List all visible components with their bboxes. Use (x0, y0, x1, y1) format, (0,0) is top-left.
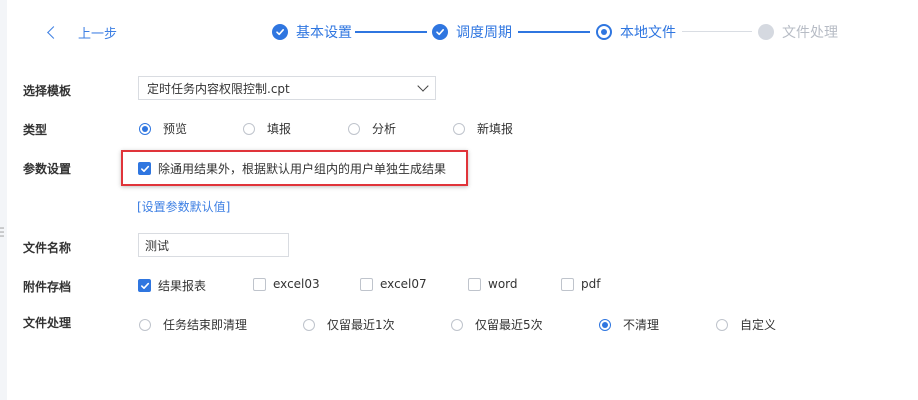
check-circle-icon (432, 24, 448, 40)
radio-icon (139, 318, 151, 331)
set-default-params-link[interactable]: [设置参数默认值] (137, 198, 230, 215)
checkbox-icon (468, 277, 481, 291)
file-processing-label: 文件处理 (23, 316, 72, 330)
template-select[interactable]: 定时任务内容权限控制.cpt (138, 76, 436, 100)
radio-icon (453, 122, 465, 135)
step-label: 基本设置 (296, 25, 352, 41)
type-label: 类型 (23, 123, 48, 137)
attachment-pdf-checkbox[interactable]: pdf (561, 277, 600, 291)
step-local-file: 本地文件 (596, 22, 676, 42)
step-file-processing: 文件处理 (758, 22, 838, 42)
step-schedule-period: 调度周期 (432, 22, 512, 42)
attachment-excel07-checkbox[interactable]: excel07 (360, 277, 427, 291)
radio-icon (348, 122, 360, 135)
step-basic-settings: 基本设置 (272, 22, 352, 42)
checkbox-label: 结果报表 (158, 279, 207, 293)
option-label: 任务结束即清理 (163, 318, 248, 332)
radio-selected-icon (599, 318, 611, 331)
checkbox-icon (561, 277, 574, 291)
option-label: 自定义 (740, 318, 777, 332)
checkbox-checked-icon (138, 162, 151, 175)
checkbox-label: 除通用结果外，根据默认用户组内的用户单独生成结果 (158, 162, 447, 176)
keep-last-1-radio[interactable]: 仅留最近1次 (303, 316, 395, 333)
step-connector (355, 31, 427, 33)
checkbox-checked-icon (138, 279, 151, 292)
checkbox-label: excel03 (273, 277, 320, 291)
template-label: 选择模板 (23, 84, 72, 98)
option-label: 分析 (372, 122, 397, 136)
type-option-analysis[interactable]: 分析 (348, 120, 396, 137)
checkbox-label: pdf (581, 277, 601, 291)
template-value: 定时任务内容权限控制.cpt (147, 81, 290, 96)
radio-icon (303, 318, 315, 331)
cleanup-on-finish-radio[interactable]: 任务结束即清理 (139, 316, 247, 333)
option-label: 仅留最近1次 (327, 318, 395, 332)
type-option-preview[interactable]: 预览 (139, 120, 187, 137)
option-label: 预览 (163, 122, 188, 136)
chevron-left-icon (47, 25, 60, 39)
check-circle-icon (272, 24, 288, 40)
params-label: 参数设置 (23, 162, 72, 176)
checkbox-icon (360, 277, 373, 291)
option-label: 填报 (267, 122, 292, 136)
attachment-word-checkbox[interactable]: word (468, 277, 518, 291)
radio-icon (243, 122, 255, 135)
step-connector (518, 31, 590, 33)
checkbox-icon (253, 277, 266, 291)
attachment-excel03-checkbox[interactable]: excel03 (253, 277, 320, 291)
type-option-new-fill[interactable]: 新填报 (453, 120, 513, 137)
resize-grip-icon[interactable] (0, 226, 4, 238)
step-label: 调度周期 (456, 25, 512, 41)
option-label: 新填报 (477, 122, 514, 136)
radio-selected-icon (139, 122, 151, 135)
attachments-label: 附件存档 (23, 280, 72, 294)
task-wizard-panel: 上一步 基本设置 调度周期 本地文件 文件处理 选择模板 定时任务内容权限控制.… (7, 0, 918, 400)
no-cleanup-radio[interactable]: 不清理 (599, 316, 659, 333)
option-label: 不清理 (623, 318, 660, 332)
pending-step-icon (758, 24, 774, 40)
filename-label: 文件名称 (23, 241, 72, 255)
keep-last-5-radio[interactable]: 仅留最近5次 (451, 316, 543, 333)
step-connector (682, 31, 752, 32)
checkbox-label: word (488, 277, 518, 291)
radio-icon (451, 318, 463, 331)
custom-radio[interactable]: 自定义 (716, 316, 776, 333)
per-user-result-checkbox[interactable]: 除通用结果外，根据默认用户组内的用户单独生成结果 (138, 160, 446, 177)
filename-input[interactable] (138, 233, 289, 257)
option-label: 仅留最近5次 (475, 318, 543, 332)
current-step-icon (596, 24, 612, 40)
checkbox-label: excel07 (380, 277, 427, 291)
back-link[interactable]: 上一步 (45, 22, 117, 42)
step-label: 本地文件 (620, 25, 676, 41)
chevron-down-icon (417, 80, 429, 92)
step-label: 文件处理 (782, 25, 838, 41)
attachment-result-report-checkbox[interactable]: 结果报表 (138, 277, 206, 294)
type-option-fill[interactable]: 填报 (243, 120, 291, 137)
back-label: 上一步 (78, 26, 118, 42)
radio-icon (716, 318, 728, 331)
